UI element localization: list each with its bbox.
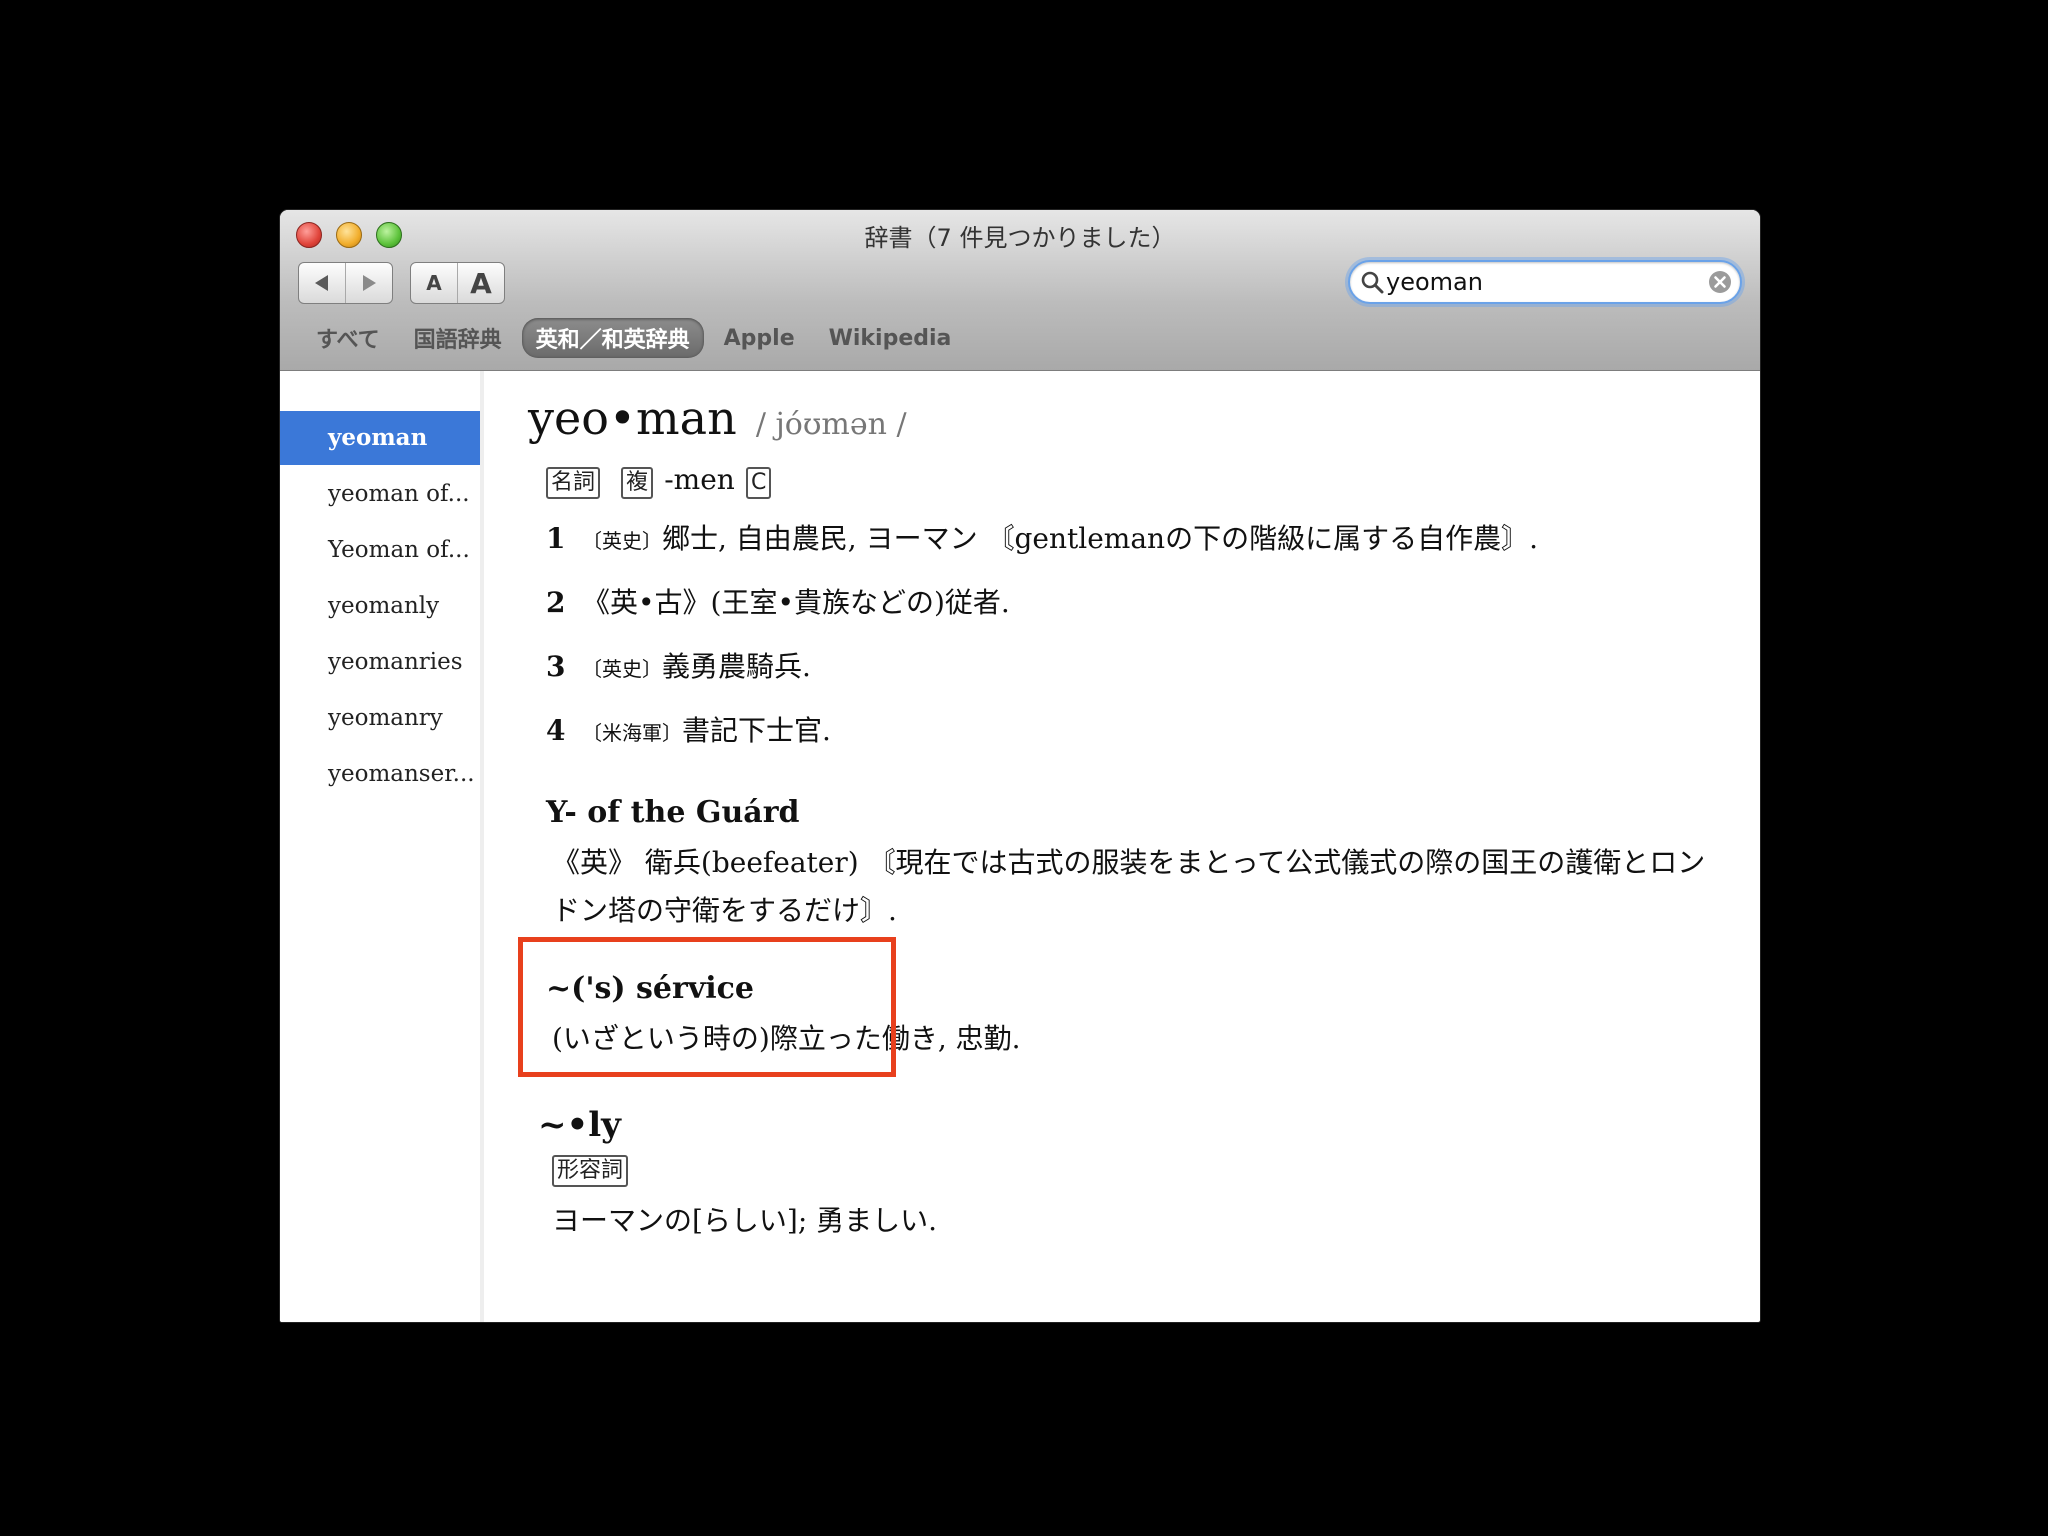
sense-text: 義勇農騎兵. (662, 650, 811, 683)
font-smaller-button[interactable]: A (411, 263, 457, 303)
sidebar-item-yeoman[interactable]: yeoman (280, 411, 480, 465)
phrase-title-service: ~('s) sérvice (546, 971, 755, 1006)
sense-4: 4 〔米海軍〕書記下士官. (546, 709, 831, 749)
clear-search-icon[interactable] (1708, 270, 1732, 294)
phrase-text-guard: 《英》 衛兵(beefeater) 〘現在では古式の服装をまとって公式儀式の際の… (552, 846, 1706, 927)
search-icon (1361, 271, 1384, 294)
headword: yeo•man (528, 391, 737, 445)
phrase-text-service: (いざという時の)際立った働き, 忠勤. (552, 1022, 1021, 1055)
sense-label: 〔英史〕 (582, 657, 662, 681)
sense-2: 2 《英•古》(王室•貴族などの)従者. (546, 581, 1010, 621)
tab-japanese-dictionary[interactable]: 国語辞典 (400, 318, 516, 358)
font-larger-button[interactable]: A (457, 263, 504, 303)
grammar-line: 名詞 複 -men C (546, 463, 772, 499)
sense-label: 〔米海軍〕 (582, 721, 682, 745)
entry-content: yeo•man / jóʊmən / 名詞 複 -men C 1 〔英史〕郷士, … (490, 371, 1750, 1322)
navigation-buttons (298, 262, 393, 304)
countable-tag: C (745, 467, 772, 499)
sidebar-item-yeoman-of-2[interactable]: Yeoman of... (280, 523, 480, 577)
derived-tag-line: 形容詞 (552, 1155, 629, 1187)
derived-title: ~•ly (538, 1105, 621, 1145)
sense-3: 3 〔英史〕義勇農騎兵. (546, 645, 811, 685)
back-button[interactable] (299, 263, 345, 303)
derived-pos-tag: 形容詞 (552, 1155, 629, 1187)
entry-heading: yeo•man / jóʊmən / (528, 391, 907, 445)
phrase-title-guard: Y- of the Guárd (546, 795, 800, 830)
sense-text: 郷士, 自由農民, ヨーマン 〘gentlemanの下の階級に属する自作農〙. (662, 522, 1538, 555)
dictionary-tabs: すべて 国語辞典 英和／和英辞典 Apple Wikipedia (280, 318, 1760, 358)
sense-number: 1 (546, 522, 566, 555)
results-sidebar: yeoman yeoman of... Yeoman of... yeomanl… (280, 371, 484, 1322)
tab-english-japanese-dictionary[interactable]: 英和／和英辞典 (521, 318, 704, 358)
pronunciation: / jóʊmən / (755, 407, 907, 442)
sense-label: 〔英史〕 (582, 529, 662, 553)
sidebar-item-yeomanries[interactable]: yeomanries (280, 635, 480, 689)
tab-apple[interactable]: Apple (710, 322, 809, 355)
dictionary-window: 辞書（7 件見つかりました） A A yeoman すべて 国語辞典 英和／和英… (280, 210, 1760, 1322)
sense-number: 2 (546, 586, 566, 619)
sidebar-item-yeomanservice[interactable]: yeomanser... (280, 747, 480, 801)
font-smaller-label: A (426, 271, 442, 295)
triangle-left-icon (315, 275, 328, 291)
forward-button[interactable] (345, 263, 392, 303)
sidebar-item-yeomanly[interactable]: yeomanly (280, 579, 480, 633)
titlebar: 辞書（7 件見つかりました） A A yeoman すべて 国語辞典 英和／和英… (280, 210, 1760, 371)
sense-number: 4 (546, 714, 566, 747)
sense-1: 1 〔英史〕郷士, 自由農民, ヨーマン 〘gentlemanの下の階級に属する自… (546, 517, 1538, 557)
tab-all[interactable]: すべて (302, 318, 394, 358)
plural-tag: 複 (621, 467, 654, 499)
tab-wikipedia[interactable]: Wikipedia (815, 322, 966, 355)
font-larger-label: A (470, 266, 492, 300)
sense-number: 3 (546, 650, 566, 683)
triangle-right-icon (363, 275, 376, 291)
derived-text: ヨーマンの[らしい]; 勇ましい. (552, 1204, 938, 1237)
sense-text: 《英•古》(王室•貴族などの)従者. (582, 586, 1010, 619)
font-size-buttons: A A (410, 262, 505, 304)
sense-text: 書記下士官. (682, 714, 831, 747)
search-input[interactable] (1386, 266, 1686, 298)
sidebar-item-yeoman-of-1[interactable]: yeoman of... (280, 467, 480, 521)
plural-form: -men (664, 463, 735, 496)
window-title: 辞書（7 件見つかりました） (864, 224, 1176, 252)
sidebar-item-yeomanry[interactable]: yeomanry (280, 691, 480, 745)
pos-tag: 名詞 (546, 467, 601, 499)
search-field[interactable] (1348, 260, 1742, 304)
